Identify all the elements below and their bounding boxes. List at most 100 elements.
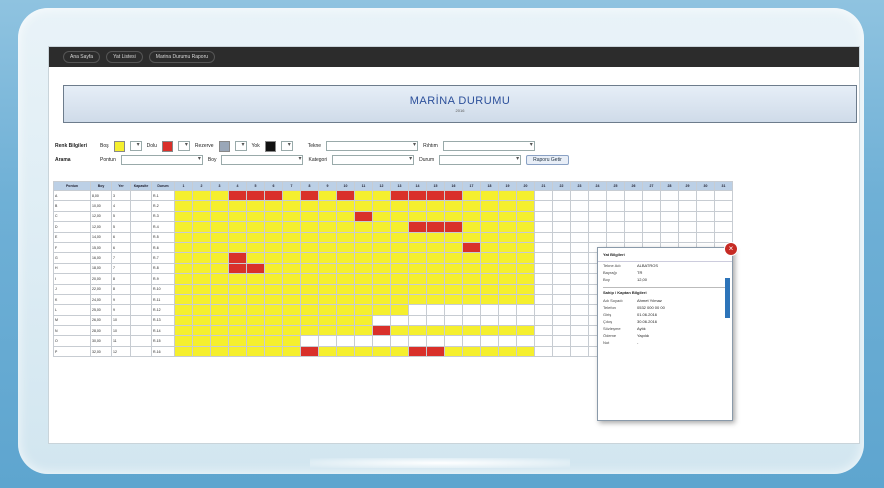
day-cell[interactable] [192, 200, 211, 212]
day-cell[interactable] [210, 314, 229, 327]
day-cell[interactable] [444, 241, 463, 254]
day-cell[interactable] [354, 345, 373, 358]
day-cell[interactable] [408, 241, 427, 254]
legend-full-select[interactable] [177, 141, 190, 151]
day-cell[interactable] [174, 262, 193, 275]
day-cell[interactable] [318, 262, 337, 275]
day-cell[interactable] [426, 231, 445, 243]
day-cell[interactable] [282, 221, 301, 233]
day-cell[interactable] [516, 200, 535, 212]
day-cell[interactable] [210, 252, 229, 264]
day-cell[interactable] [480, 273, 499, 285]
day-cell[interactable] [498, 231, 517, 243]
day-cell[interactable] [516, 252, 535, 264]
day-cell[interactable] [246, 231, 265, 243]
day-cell[interactable] [390, 273, 409, 285]
day-cell[interactable] [372, 241, 391, 254]
day-cell[interactable] [516, 210, 535, 223]
day-cell[interactable] [408, 293, 427, 306]
day-cell[interactable] [228, 231, 247, 243]
day-cell[interactable] [354, 189, 373, 202]
day-cell[interactable] [426, 273, 445, 285]
day-cell[interactable] [372, 231, 391, 243]
popup-scrollbar[interactable] [725, 278, 730, 318]
day-cell[interactable] [300, 252, 319, 264]
day-cell[interactable] [480, 189, 499, 202]
day-cell[interactable] [480, 293, 499, 306]
day-cell[interactable] [336, 325, 355, 337]
day-cell[interactable] [192, 314, 211, 327]
legend-empty-select[interactable] [129, 141, 142, 151]
day-cell[interactable] [390, 325, 409, 337]
day-cell[interactable] [282, 304, 301, 316]
legend-none-select[interactable] [280, 141, 293, 151]
day-cell[interactable] [390, 252, 409, 264]
day-cell[interactable] [318, 345, 337, 358]
day-cell[interactable] [282, 189, 301, 202]
day-cell[interactable] [462, 273, 481, 285]
day-cell[interactable] [246, 273, 265, 285]
day-cell[interactable] [228, 273, 247, 285]
day-cell[interactable] [282, 283, 301, 295]
day-cell[interactable] [498, 252, 517, 264]
day-cell[interactable] [246, 252, 265, 264]
day-cell[interactable] [228, 325, 247, 337]
day-cell[interactable] [426, 345, 445, 358]
day-cell[interactable] [282, 231, 301, 243]
day-cell[interactable] [372, 262, 391, 275]
day-cell[interactable] [318, 241, 337, 254]
day-cell[interactable] [444, 283, 463, 295]
day-cell[interactable] [516, 189, 535, 202]
day-cell[interactable] [210, 325, 229, 337]
day-cell[interactable] [210, 262, 229, 275]
day-cell[interactable] [408, 345, 427, 358]
day-cell[interactable] [462, 293, 481, 306]
day-cell[interactable] [228, 283, 247, 295]
day-cell[interactable] [174, 231, 193, 243]
day-cell[interactable] [462, 325, 481, 337]
day-cell[interactable] [462, 221, 481, 233]
day-cell[interactable] [408, 325, 427, 337]
day-cell[interactable] [354, 293, 373, 306]
day-cell[interactable] [354, 231, 373, 243]
day-cell[interactable] [192, 231, 211, 243]
day-cell[interactable] [444, 325, 463, 337]
day-cell[interactable] [498, 189, 517, 202]
field-e-select[interactable] [332, 155, 415, 165]
day-cell[interactable] [498, 241, 517, 254]
day-cell[interactable] [354, 273, 373, 285]
day-cell[interactable] [480, 252, 499, 264]
day-cell[interactable] [462, 189, 481, 202]
day-cell[interactable] [336, 189, 355, 202]
day-cell[interactable] [228, 314, 247, 327]
day-cell[interactable] [192, 189, 211, 202]
day-cell[interactable] [228, 304, 247, 316]
day-cell[interactable] [174, 241, 193, 254]
day-cell[interactable] [426, 210, 445, 223]
day-cell[interactable] [210, 273, 229, 285]
day-cell[interactable] [174, 189, 193, 202]
day-cell[interactable] [246, 210, 265, 223]
day-cell[interactable] [192, 210, 211, 223]
day-cell[interactable] [282, 200, 301, 212]
day-cell[interactable] [192, 273, 211, 285]
day-cell[interactable] [444, 200, 463, 212]
day-cell[interactable] [336, 252, 355, 264]
day-cell[interactable] [174, 293, 193, 306]
day-cell[interactable] [408, 200, 427, 212]
day-cell[interactable] [390, 262, 409, 275]
day-cell[interactable] [174, 252, 193, 264]
day-cell[interactable] [246, 325, 265, 337]
field-d-select[interactable] [221, 155, 304, 165]
day-cell[interactable] [300, 221, 319, 233]
day-cell[interactable] [354, 304, 373, 316]
day-cell[interactable] [462, 283, 481, 295]
day-cell[interactable] [354, 325, 373, 337]
day-cell[interactable] [192, 262, 211, 275]
day-cell[interactable] [336, 304, 355, 316]
day-cell[interactable] [498, 293, 517, 306]
day-cell[interactable] [264, 221, 283, 233]
day-cell[interactable] [318, 314, 337, 327]
day-cell[interactable] [174, 314, 193, 327]
day-cell[interactable] [210, 283, 229, 295]
